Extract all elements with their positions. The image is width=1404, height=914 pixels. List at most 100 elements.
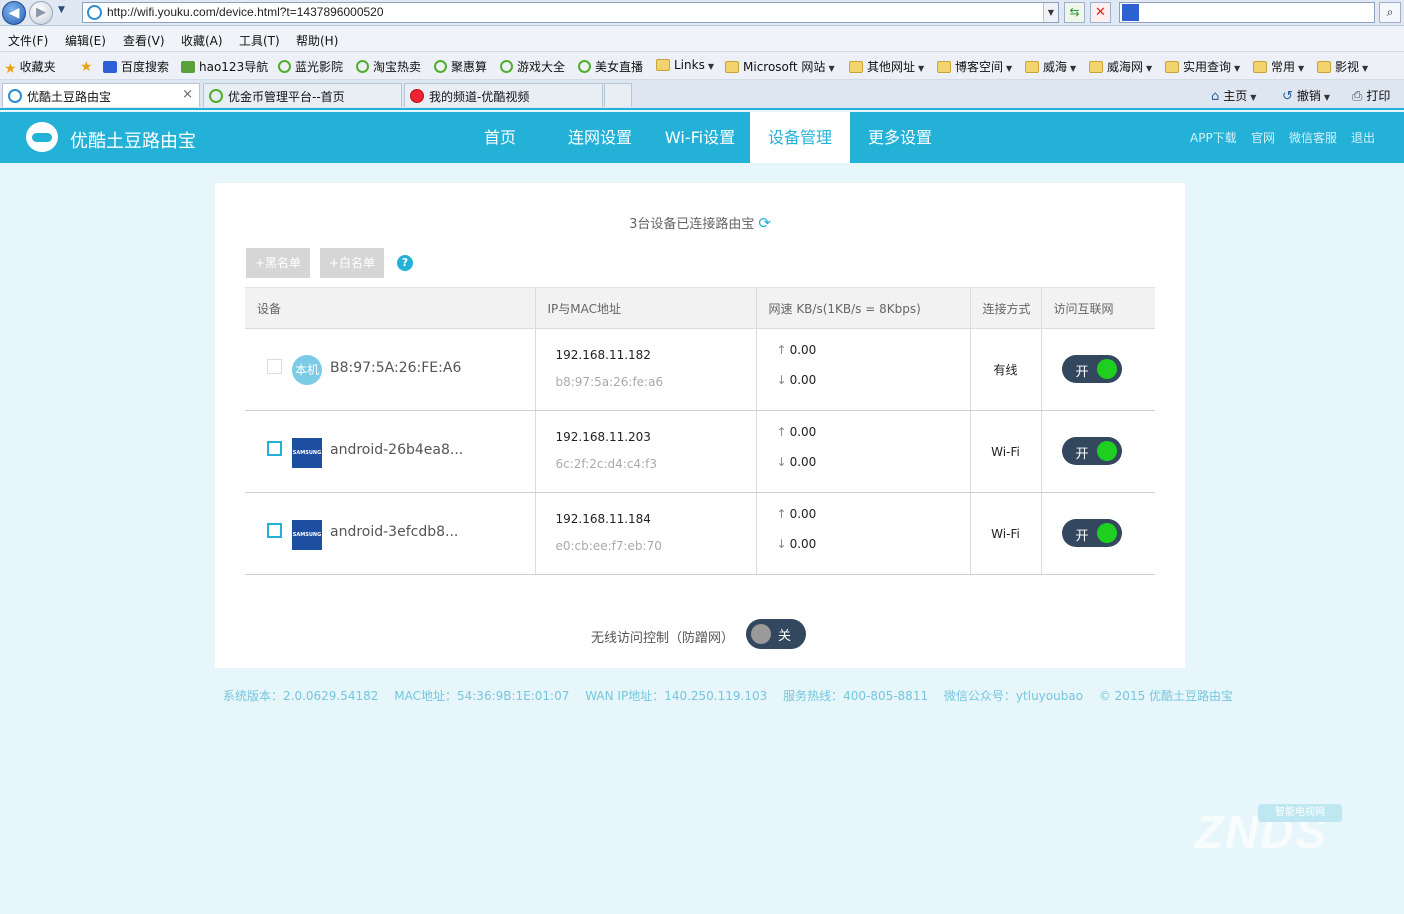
header-connection: 连接方式 xyxy=(970,287,1042,329)
fav-item-live[interactable]: 美女直播 xyxy=(578,58,643,75)
ie-icon xyxy=(434,60,447,73)
folder-icon xyxy=(656,59,670,71)
fav-folder-common[interactable]: 常用 ▼ xyxy=(1253,58,1304,75)
link-official-site[interactable]: 官网 xyxy=(1251,129,1275,146)
search-input[interactable]: 🐾 xyxy=(1119,2,1375,23)
nav-home[interactable]: 首页 xyxy=(450,112,550,163)
baidu-icon xyxy=(103,61,117,73)
folder-icon xyxy=(1165,61,1179,73)
url-text: http://wifi.youku.com/device.html?t=1437… xyxy=(107,5,384,19)
menu-file[interactable]: 文件(F) xyxy=(8,32,48,49)
fav-folder-microsoft[interactable]: Microsoft 网站 ▼ xyxy=(725,58,835,75)
fav-item-baidu[interactable]: 百度搜索 xyxy=(103,58,169,75)
footer-wechat: 微信公众号：ytluyoubao xyxy=(943,689,1084,703)
device-name: android-26b4ea8... xyxy=(330,442,464,458)
print-button[interactable]: ⎙ 打印 xyxy=(1352,87,1390,104)
samsung-logo-icon: SAMSUNG xyxy=(292,520,322,550)
device-checkbox[interactable] xyxy=(267,523,282,538)
fav-folder-links[interactable]: Links ▼ xyxy=(656,58,714,72)
forward-button[interactable]: ▶ xyxy=(29,1,53,25)
fav-item-juhuisuan[interactable]: 聚惠算 xyxy=(434,58,487,75)
menu-tools[interactable]: 工具(T) xyxy=(239,32,280,49)
footer-version: 系统版本：2.0.0629.54182 xyxy=(223,689,379,703)
download-speed: ↓ 0.00 xyxy=(776,373,817,387)
nav-wifi[interactable]: Wi-Fi设置 xyxy=(650,112,750,163)
upload-arrow-icon: ↑ xyxy=(776,507,787,521)
ie-icon xyxy=(500,60,513,73)
add-favorite-icon[interactable]: ★ xyxy=(80,58,96,75)
download-arrow-icon: ↓ xyxy=(776,455,787,469)
internet-access-toggle[interactable]: 开 xyxy=(1061,437,1122,465)
url-field[interactable]: http://wifi.youku.com/device.html?t=1437… xyxy=(82,2,1059,23)
upload-arrow-icon: ↑ xyxy=(776,425,787,439)
upload-speed: ↑ 0.00 xyxy=(776,507,817,521)
device-mac: 6c:2f:2c:d4:c4:f3 xyxy=(555,457,657,471)
link-logout[interactable]: 退出 xyxy=(1351,129,1375,146)
ie-icon xyxy=(209,89,223,103)
nav-network[interactable]: 连网设置 xyxy=(550,112,650,163)
folder-icon xyxy=(1089,61,1103,73)
baidu-engine-icon[interactable]: 🐾 xyxy=(1122,4,1139,21)
close-tab-icon[interactable]: × xyxy=(182,87,193,102)
folder-icon xyxy=(725,61,739,73)
internet-access-toggle[interactable]: 开 xyxy=(1061,355,1122,383)
refresh-page-icon[interactable]: ⇆ xyxy=(1064,2,1085,23)
anti-leech-toggle[interactable]: 关 xyxy=(746,619,806,649)
fav-folder-blog[interactable]: 博客空间 ▼ xyxy=(937,58,1012,75)
menu-help[interactable]: 帮助(H) xyxy=(296,32,338,49)
star-icon: ★ xyxy=(4,61,17,77)
connection-type: Wi-Fi xyxy=(970,410,1042,493)
help-icon[interactable]: ? xyxy=(397,255,413,271)
new-tab-button[interactable] xyxy=(604,83,632,107)
footer-mac: MAC地址：54:36:9B:1E:01:07 xyxy=(394,689,570,703)
undo-button[interactable]: ↺ 撤销 ▼ xyxy=(1282,87,1330,104)
device-checkbox[interactable] xyxy=(267,441,282,456)
refresh-icon[interactable]: ⟳ xyxy=(758,214,771,232)
nav-more[interactable]: 更多设置 xyxy=(850,112,950,163)
device-name: B8:97:5A:26:FE:A6 xyxy=(330,360,462,376)
device-checkbox xyxy=(267,359,282,374)
back-button[interactable]: ◀ xyxy=(2,1,26,25)
footer-hotline: 服务热线：400-805-8811 xyxy=(783,689,929,703)
fav-folder-weihaiwang[interactable]: 威海网 ▼ xyxy=(1089,58,1152,75)
folder-icon xyxy=(1025,61,1039,73)
fav-folder-weihai[interactable]: 威海 ▼ xyxy=(1025,58,1076,75)
tab-router[interactable]: 优酷土豆路由宝 × xyxy=(2,83,200,107)
fav-folder-query[interactable]: 实用查询 ▼ xyxy=(1165,58,1240,75)
internet-access-toggle[interactable]: 开 xyxy=(1061,519,1122,547)
home-button[interactable]: ⌂ 主页 ▼ xyxy=(1211,87,1256,104)
fav-folder-video[interactable]: 影视 ▼ xyxy=(1317,58,1368,75)
fav-item-taobao[interactable]: 淘宝热卖 xyxy=(356,58,421,75)
ie-icon xyxy=(578,60,591,73)
nav-devices[interactable]: 设备管理 xyxy=(750,112,850,163)
download-arrow-icon: ↓ xyxy=(776,537,787,551)
tab-youku-channel[interactable]: 我的频道-优酷视频 xyxy=(404,83,603,107)
device-table: 设备 IP与MAC地址 网速 KB/s(1KB/s = 8Kbps) 连接方式 … xyxy=(245,287,1155,575)
table-row: SAMSUNG android-3efcdb8... 192.168.11.18… xyxy=(245,492,1155,575)
fav-item-lanying[interactable]: 蓝光影院 xyxy=(278,58,343,75)
history-dropdown-icon[interactable]: ▼ xyxy=(58,5,65,15)
link-wechat-service[interactable]: 微信客服 xyxy=(1289,129,1337,146)
add-whitelist-button[interactable]: +白名单 xyxy=(320,248,384,278)
add-blacklist-button[interactable]: +黑名单 xyxy=(246,248,310,278)
fav-item-games[interactable]: 游戏大全 xyxy=(500,58,565,75)
url-dropdown-icon[interactable]: ▼ xyxy=(1043,3,1058,22)
stop-icon[interactable]: ✕ xyxy=(1090,2,1111,23)
menu-edit[interactable]: 编辑(E) xyxy=(65,32,106,49)
brand-name[interactable]: 优酷土豆路由宝 xyxy=(70,127,196,153)
fav-folder-other[interactable]: 其他网址 ▼ xyxy=(849,58,924,75)
menu-view[interactable]: 查看(V) xyxy=(123,32,165,49)
folder-icon xyxy=(1317,61,1331,73)
robot-logo-icon[interactable] xyxy=(26,122,58,152)
folder-icon xyxy=(1253,61,1267,73)
tab-youjinbi[interactable]: 优金币管理平台--首页 xyxy=(203,83,402,107)
download-speed: ↓ 0.00 xyxy=(776,455,817,469)
header-internet-access: 访问互联网 xyxy=(1041,287,1155,329)
favorites-button[interactable]: ★ 收藏夹 xyxy=(4,58,56,77)
link-app-download[interactable]: APP下载 xyxy=(1190,129,1237,146)
menu-favorites[interactable]: 收藏(A) xyxy=(181,32,223,49)
table-row: 本机 B8:97:5A:26:FE:A6 192.168.11.182 b8:9… xyxy=(245,328,1155,411)
device-ip: 192.168.11.182 xyxy=(555,348,651,362)
search-icon[interactable]: ⌕ xyxy=(1379,2,1401,23)
fav-item-hao123[interactable]: hao123导航 xyxy=(181,58,268,75)
